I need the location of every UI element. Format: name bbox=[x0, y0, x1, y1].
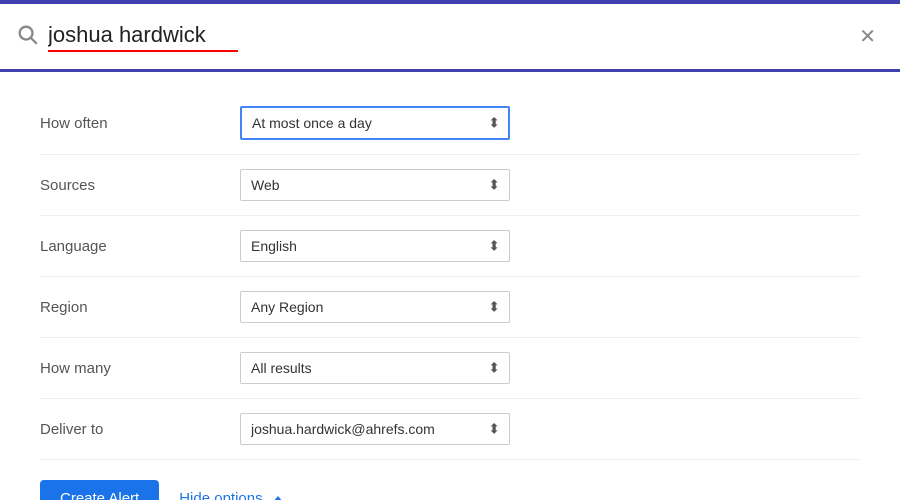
how-often-label: How often bbox=[40, 115, 240, 132]
deliver-to-select[interactable]: joshua.hardwick@ahrefs.com bbox=[240, 413, 510, 445]
how-many-label: How many bbox=[40, 360, 240, 377]
search-input[interactable] bbox=[48, 22, 841, 48]
main-content: How often As-it-happens At most once a d… bbox=[0, 72, 900, 500]
language-select[interactable]: Any Language English bbox=[240, 230, 510, 262]
deliver-to-label: Deliver to bbox=[40, 421, 240, 438]
region-select[interactable]: Any Region United States bbox=[240, 291, 510, 323]
search-underline bbox=[48, 50, 238, 52]
deliver-to-select-wrap: joshua.hardwick@ahrefs.com ⬍ bbox=[240, 413, 510, 445]
how-often-select-wrap: As-it-happens At most once a day At most… bbox=[240, 106, 510, 140]
footer-row: Create Alert Hide options bbox=[40, 460, 860, 500]
sources-label: Sources bbox=[40, 177, 240, 194]
region-select-wrap: Any Region United States ⬍ bbox=[240, 291, 510, 323]
sources-select[interactable]: Automatic Web News Blogs Video Books Dis… bbox=[240, 169, 510, 201]
language-label: Language bbox=[40, 238, 240, 255]
how-often-row: How often As-it-happens At most once a d… bbox=[40, 92, 860, 155]
search-bar: ✕ bbox=[0, 0, 900, 72]
region-label: Region bbox=[40, 299, 240, 316]
search-input-wrap bbox=[48, 22, 841, 52]
hide-options-button[interactable]: Hide options bbox=[179, 490, 282, 500]
sources-select-wrap: Automatic Web News Blogs Video Books Dis… bbox=[240, 169, 510, 201]
language-select-wrap: Any Language English ⬍ bbox=[240, 230, 510, 262]
create-alert-button[interactable]: Create Alert bbox=[40, 480, 159, 500]
how-often-select[interactable]: As-it-happens At most once a day At most… bbox=[240, 106, 510, 140]
how-many-select[interactable]: All results Only the best results bbox=[240, 352, 510, 384]
how-many-select-wrap: All results Only the best results ⬍ bbox=[240, 352, 510, 384]
arrow-up-icon bbox=[273, 496, 283, 500]
how-many-row: How many All results Only the best resul… bbox=[40, 338, 860, 399]
deliver-to-row: Deliver to joshua.hardwick@ahrefs.com ⬍ bbox=[40, 399, 860, 460]
hide-options-label: Hide options bbox=[179, 490, 262, 500]
language-row: Language Any Language English ⬍ bbox=[40, 216, 860, 277]
region-row: Region Any Region United States ⬍ bbox=[40, 277, 860, 338]
search-icon bbox=[16, 23, 38, 51]
sources-row: Sources Automatic Web News Blogs Video B… bbox=[40, 155, 860, 216]
close-button[interactable]: ✕ bbox=[851, 20, 884, 53]
